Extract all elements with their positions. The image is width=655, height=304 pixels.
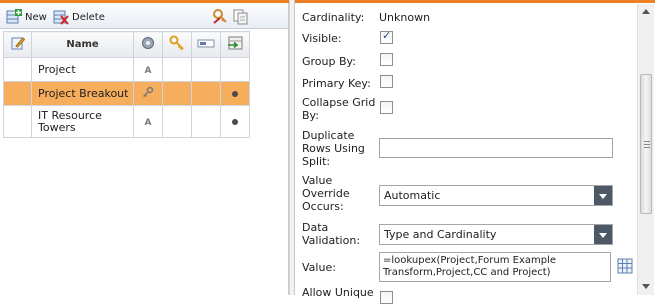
visible-checkbox[interactable]: ✓ bbox=[380, 29, 393, 44]
row-name[interactable]: Project bbox=[31, 57, 134, 82]
key-icon bbox=[169, 35, 184, 51]
grip-line bbox=[644, 147, 650, 148]
row-key-cell bbox=[162, 105, 192, 138]
row-type-cell: A bbox=[133, 57, 163, 82]
edit-column-header[interactable] bbox=[3, 31, 32, 58]
grid-arrow-icon bbox=[228, 36, 243, 50]
scrollbar-thumb[interactable] bbox=[640, 74, 652, 214]
row-field-cell bbox=[191, 57, 221, 82]
table-editor-icon[interactable] bbox=[617, 258, 633, 274]
entity-list-pane: New Delete Name Project A Project Breako… bbox=[0, 0, 289, 295]
output-dot-icon bbox=[232, 91, 238, 97]
cardinality-value: Unknown bbox=[379, 11, 431, 24]
row-field-cell bbox=[191, 105, 221, 138]
text-type-icon: A bbox=[144, 66, 152, 76]
row-key-cell bbox=[162, 81, 192, 106]
key-column-header[interactable] bbox=[162, 31, 192, 58]
textbox-field-icon bbox=[197, 39, 215, 48]
name-column-header[interactable]: Name bbox=[31, 31, 134, 58]
primary-key-checkbox[interactable] bbox=[380, 75, 393, 88]
chevron-down-icon[interactable] bbox=[594, 225, 612, 244]
row-output-cell bbox=[220, 57, 250, 82]
data-validation-selected: Type and Cardinality bbox=[384, 228, 497, 241]
duplicate-rows-label: Duplicate Rows Using Split: bbox=[302, 129, 365, 168]
key-link-icon[interactable] bbox=[212, 8, 230, 26]
key-type-icon bbox=[142, 86, 154, 98]
row-name[interactable]: IT Resource Towers bbox=[31, 105, 134, 138]
field-column-header[interactable] bbox=[191, 31, 221, 58]
value-override-selected: Automatic bbox=[384, 189, 441, 202]
row-type-cell bbox=[133, 81, 163, 106]
row-edit-cell[interactable] bbox=[3, 105, 32, 138]
new-icon bbox=[6, 9, 22, 24]
grip-line bbox=[644, 141, 650, 142]
pane-accent-bar bbox=[295, 0, 655, 3]
row-output-cell bbox=[220, 105, 250, 138]
data-validation-label: Data Validation: bbox=[302, 221, 361, 247]
allow-unique-label: Allow Unique bbox=[302, 286, 374, 299]
edit-icon bbox=[11, 37, 25, 50]
copy-icon[interactable] bbox=[232, 8, 250, 26]
row-name[interactable]: Project Breakout bbox=[31, 81, 134, 106]
value-override-select[interactable]: Automatic bbox=[379, 185, 613, 206]
list-toolbar: New Delete bbox=[0, 3, 288, 29]
value-label: Value: bbox=[302, 261, 336, 274]
duplicate-rows-field[interactable] bbox=[379, 138, 613, 158]
delete-icon bbox=[53, 10, 69, 25]
new-button-label: New bbox=[25, 11, 47, 23]
row-edit-cell[interactable] bbox=[3, 57, 32, 82]
output-dot-icon bbox=[232, 119, 238, 125]
output-column-header[interactable] bbox=[220, 31, 250, 58]
new-button[interactable]: New bbox=[6, 8, 47, 26]
collapse-grid-label: Collapse Grid By: bbox=[302, 96, 376, 122]
type-column-header[interactable] bbox=[133, 31, 163, 58]
allow-unique-checkbox[interactable] bbox=[380, 291, 393, 304]
table-row[interactable]: Project A bbox=[3, 57, 250, 82]
collapse-grid-checkbox[interactable] bbox=[380, 101, 393, 114]
row-type-cell: A bbox=[133, 105, 163, 138]
group-by-checkbox[interactable] bbox=[380, 53, 393, 66]
scroll-up-icon[interactable] bbox=[641, 8, 651, 16]
primary-key-label: Primary Key: bbox=[302, 77, 371, 90]
row-key-cell bbox=[162, 57, 192, 82]
row-edit-cell[interactable] bbox=[3, 81, 32, 106]
text-type-icon: A bbox=[144, 118, 152, 128]
visible-label: Visible: bbox=[302, 32, 342, 45]
delete-button-label: Delete bbox=[72, 11, 105, 23]
properties-pane: Cardinality: Unknown Visible: ✓ Group By… bbox=[294, 0, 655, 304]
chevron-down-icon[interactable] bbox=[594, 186, 612, 205]
checkmark-icon: ✓ bbox=[382, 29, 392, 42]
value-override-label: Value Override Occurs: bbox=[302, 174, 350, 213]
grid-header-row: Name bbox=[3, 31, 250, 58]
table-row[interactable]: Project Breakout bbox=[3, 81, 250, 106]
row-field-cell bbox=[191, 81, 221, 106]
table-row[interactable]: IT Resource Towers A bbox=[3, 105, 250, 138]
settings-gear-icon bbox=[142, 37, 154, 49]
properties-scrollbar[interactable] bbox=[637, 4, 654, 295]
delete-button[interactable]: Delete bbox=[53, 8, 105, 26]
value-formula-field[interactable]: =lookupex(Project,Forum Example Transfor… bbox=[379, 252, 611, 282]
grip-line bbox=[644, 144, 650, 145]
row-output-cell bbox=[220, 81, 250, 106]
scroll-down-icon[interactable] bbox=[641, 283, 651, 291]
group-by-label: Group By: bbox=[302, 55, 356, 68]
data-validation-select[interactable]: Type and Cardinality bbox=[379, 224, 613, 245]
cardinality-label: Cardinality: bbox=[302, 11, 365, 24]
entity-grid: Name Project A Project Breakout IT Resou… bbox=[3, 31, 250, 138]
